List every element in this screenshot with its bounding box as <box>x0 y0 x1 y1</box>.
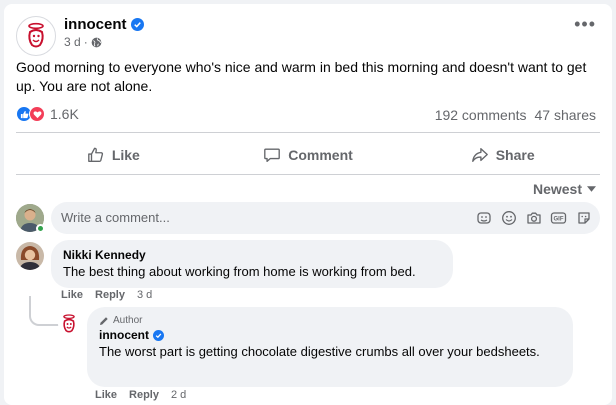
comment-sort-dropdown[interactable]: Newest <box>533 181 596 197</box>
commenter-avatar[interactable] <box>16 242 44 270</box>
pencil-icon <box>100 316 108 325</box>
comment-actions: Like Reply 3 d <box>61 289 152 301</box>
globe-icon <box>91 37 102 47</box>
comment-author[interactable]: Nikki Kennedy <box>63 247 441 263</box>
comment-button[interactable]: Comment <box>211 137 406 173</box>
like-icon <box>87 147 103 162</box>
comment-reply-link[interactable]: Reply <box>95 289 125 301</box>
verified-icon <box>130 18 144 31</box>
author-badge-label: Author <box>113 315 143 326</box>
composer-tools: GIF <box>475 209 592 226</box>
author-badge: Author <box>99 314 561 327</box>
comment-time[interactable]: 3 d <box>137 289 152 301</box>
reaction-count[interactable]: 1.6K <box>50 106 79 122</box>
page-name-label[interactable]: innocent <box>64 16 127 33</box>
innocent-logo-icon <box>28 22 44 48</box>
post-meta: 3 d · <box>64 35 102 49</box>
post-card: innocent 3 d · ••• Good morning to every… <box>4 4 612 405</box>
gif-icon[interactable]: GIF <box>550 209 567 226</box>
love-reaction-icon <box>29 106 45 122</box>
divider <box>16 132 600 133</box>
comment-bubble: Nikki Kennedy The best thing about worki… <box>51 240 453 288</box>
shares-count[interactable]: 47 shares <box>535 107 596 123</box>
post-actions: Like Comment Share <box>16 137 600 173</box>
reply-time[interactable]: 2 d <box>171 389 186 401</box>
more-icon[interactable]: ••• <box>574 15 596 33</box>
comment-composer[interactable]: GIF <box>51 202 600 234</box>
reactions-summary[interactable]: 1.6K <box>16 106 79 122</box>
comment-text: The best thing about working from home i… <box>63 264 416 279</box>
sort-label: Newest <box>532 181 582 197</box>
page-name[interactable]: innocent <box>64 16 144 33</box>
share-button[interactable]: Share <box>405 137 600 173</box>
avatar-sticker-icon[interactable] <box>575 209 592 226</box>
post-stats: 192 comments 47 shares <box>435 107 596 123</box>
reply-thread-line <box>29 296 59 326</box>
reply-actions: Like Reply 2 d <box>95 389 186 401</box>
like-button[interactable]: Like <box>16 137 211 173</box>
reply-author[interactable]: innocent <box>99 327 149 343</box>
like-label: Like <box>111 147 140 163</box>
reply-reply-link[interactable]: Reply <box>129 389 159 401</box>
sticker-icon[interactable] <box>475 209 492 226</box>
share-icon <box>471 148 488 162</box>
chevron-down-icon <box>587 186 596 192</box>
reply-like-link[interactable]: Like <box>95 389 117 401</box>
online-status-dot <box>36 224 45 233</box>
comment-input[interactable] <box>61 210 361 225</box>
author-avatar[interactable] <box>58 313 80 335</box>
share-label: Share <box>495 147 535 163</box>
comment-label: Comment <box>288 147 353 163</box>
innocent-logo-icon <box>63 314 75 333</box>
reply-bubble: Author innocent The worst part is gettin… <box>87 307 573 387</box>
meta-dot: · <box>83 35 88 49</box>
reply-author-row: innocent <box>99 327 561 343</box>
comments-count[interactable]: 192 comments <box>435 107 527 123</box>
page-avatar[interactable] <box>16 16 56 56</box>
post-text: Good morning to everyone who's nice and … <box>16 59 587 94</box>
camera-icon[interactable] <box>525 209 542 226</box>
verified-icon <box>153 329 164 341</box>
comment-icon <box>264 148 281 162</box>
svg-text:GIF: GIF <box>554 216 564 222</box>
comment-like-link[interactable]: Like <box>61 289 83 301</box>
divider <box>16 174 600 175</box>
emoji-icon[interactable] <box>500 209 517 226</box>
reply-text: The worst part is getting chocolate dige… <box>99 344 540 359</box>
post-time[interactable]: 3 d <box>64 35 81 49</box>
